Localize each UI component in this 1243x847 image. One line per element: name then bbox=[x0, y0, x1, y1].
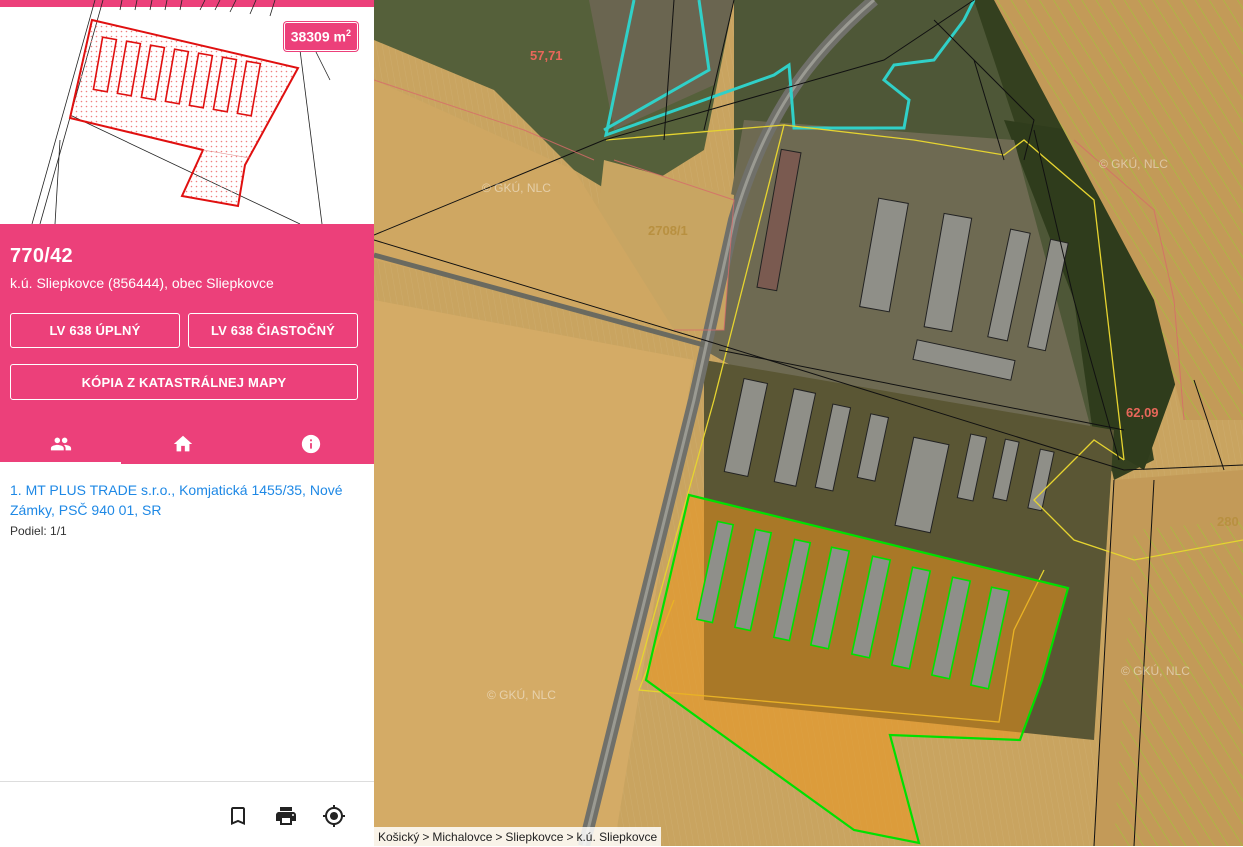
map-label: 280 bbox=[1217, 514, 1239, 529]
map-watermark: © GKÚ, NLC bbox=[1121, 664, 1190, 678]
breadcrumb-item[interactable]: Sliepkovce bbox=[505, 830, 563, 844]
locate-icon bbox=[323, 805, 345, 827]
parcel-info-header: 770/42 k.ú. Sliepkovce (856444), obec Sl… bbox=[0, 224, 374, 464]
map-label: 57,71 bbox=[530, 48, 563, 63]
owners-list: 1. MT PLUS TRADE s.r.o., Komjatická 1455… bbox=[10, 480, 360, 538]
map-watermark: © GKÚ, NLC bbox=[482, 181, 551, 195]
area-value: 38309 m bbox=[290, 28, 346, 45]
map-view[interactable]: 57,71 2708/1 62,09 280 © GKÚ, NLC © GKÚ,… bbox=[374, 0, 1243, 846]
print-button[interactable] bbox=[274, 804, 298, 828]
owner-link[interactable]: 1. MT PLUS TRADE s.r.o., Komjatická 1455… bbox=[10, 480, 360, 520]
breadcrumb-separator: > bbox=[422, 829, 430, 844]
map-copy-button[interactable]: KÓPIA Z KATASTRÁLNEJ MAPY bbox=[10, 364, 358, 400]
breadcrumb: Košický > Michalovce > Sliepkovce > k.ú.… bbox=[374, 827, 662, 846]
aerial-map[interactable] bbox=[374, 0, 1243, 846]
bookmark-icon bbox=[231, 807, 245, 825]
print-icon bbox=[276, 807, 296, 825]
panel-footer bbox=[0, 781, 374, 847]
parcel-preview: 38309 m2 bbox=[0, 0, 374, 224]
people-icon bbox=[50, 437, 71, 451]
breadcrumb-item[interactable]: Košický bbox=[378, 830, 419, 844]
breadcrumb-item[interactable]: Michalovce bbox=[432, 830, 492, 844]
info-icon bbox=[301, 434, 321, 454]
area-unit-exponent: 2 bbox=[345, 28, 351, 38]
parcel-panel: 38309 m2 770/42 k.ú. Sliepkovce (856444)… bbox=[0, 0, 374, 847]
map-label: 2708/1 bbox=[648, 223, 688, 238]
info-tabs bbox=[0, 424, 374, 464]
tab-owners[interactable] bbox=[0, 424, 121, 464]
tab-property[interactable] bbox=[121, 424, 245, 464]
breadcrumb-separator: > bbox=[495, 829, 503, 844]
parcel-location: k.ú. Sliepkovce (856444), obec Sliepkovc… bbox=[10, 275, 274, 291]
map-watermark: © GKÚ, NLC bbox=[487, 688, 556, 702]
area-badge: 38309 m2 bbox=[283, 22, 358, 51]
parcel-number: 770/42 bbox=[10, 245, 73, 267]
tab-info[interactable] bbox=[248, 424, 374, 464]
bookmark-button[interactable] bbox=[226, 804, 250, 828]
map-watermark: © GKÚ, NLC bbox=[1099, 157, 1168, 171]
owner-share: Podiel: 1/1 bbox=[10, 524, 67, 538]
lv-partial-button[interactable]: LV 638 ČIASTOČNÝ bbox=[188, 313, 358, 348]
lv-full-button[interactable]: LV 638 ÚPLNÝ bbox=[10, 313, 180, 348]
breadcrumb-item[interactable]: k.ú. Sliepkovce bbox=[576, 830, 657, 844]
locate-button[interactable] bbox=[322, 804, 346, 828]
map-label: 62,09 bbox=[1126, 405, 1159, 420]
breadcrumb-separator: > bbox=[566, 829, 574, 844]
list-item: 1. MT PLUS TRADE s.r.o., Komjatická 1455… bbox=[10, 480, 360, 538]
home-icon bbox=[173, 435, 193, 452]
